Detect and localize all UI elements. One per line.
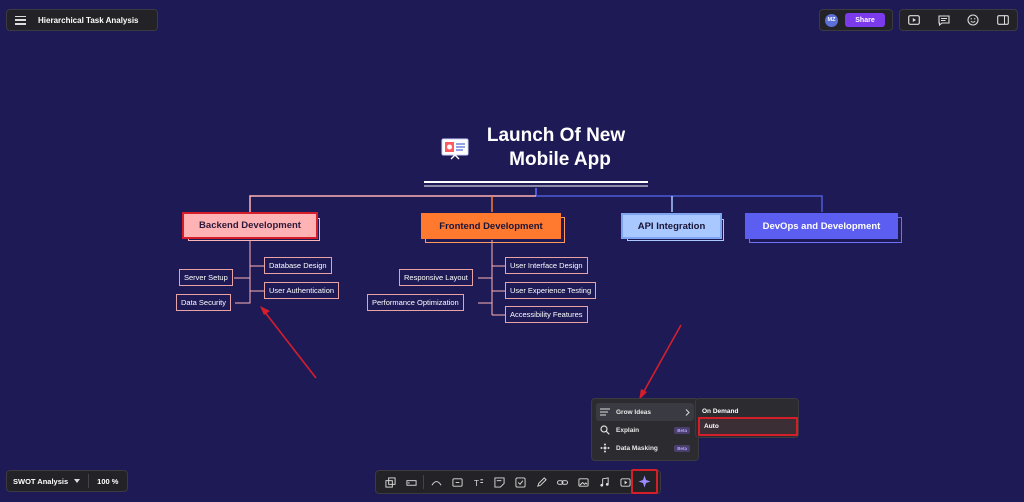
branch-label: DevOps and Development (762, 220, 881, 232)
mindmap-connectors (234, 181, 823, 400)
grow-ideas-submenu: On Demand Auto (695, 398, 799, 438)
branch-frontend-development[interactable]: Frontend Development (421, 213, 565, 243)
mindmap-root-title[interactable]: Launch Of New Mobile App (476, 124, 636, 172)
pen-icon[interactable] (531, 473, 551, 491)
mask-icon (600, 443, 610, 453)
text-icon[interactable]: T (468, 473, 488, 491)
sparkle-icon (638, 475, 651, 488)
zoom-level[interactable]: 100 % (97, 477, 118, 486)
branch-label: Frontend Development (439, 220, 543, 232)
list-icon (600, 408, 610, 416)
menu-item-label: Explain (616, 426, 640, 434)
leaf-database-design[interactable]: Database Design (264, 257, 332, 274)
connector-icon[interactable] (426, 473, 446, 491)
menu-item-explain[interactable]: Explain Beta (596, 421, 694, 439)
menu-item-data-masking[interactable]: Data Masking Beta (596, 439, 694, 457)
leaf-user-authentication[interactable]: User Authentication (264, 282, 340, 299)
leaf-data-security[interactable]: Data Security (176, 294, 232, 311)
chevron-right-icon (685, 408, 690, 416)
leaf-server-setup[interactable]: Server Setup (179, 269, 233, 286)
branch-api-integration[interactable]: API Integration (621, 213, 724, 241)
menu-item-label: Data Masking (616, 444, 658, 452)
menu-item-label: Grow Ideas (616, 408, 652, 416)
ai-sparkle-button[interactable] (631, 469, 658, 494)
footer-doc-panel: SWOT Analysis 100 % (6, 470, 128, 492)
leaf-responsive-layout[interactable]: Responsive Layout (399, 269, 473, 286)
leaf-user-interface-design[interactable]: User Interface Design (505, 257, 588, 274)
text-box-icon[interactable] (401, 473, 421, 491)
leaf-performance-optimization[interactable]: Performance Optimization (367, 294, 464, 311)
image-icon[interactable] (573, 473, 593, 491)
divider (88, 474, 90, 488)
ai-context-menu: Grow Ideas Explain Beta Data Masking Bet… (591, 398, 699, 461)
link-icon[interactable] (552, 473, 572, 491)
checkbox-icon[interactable] (510, 473, 530, 491)
music-icon[interactable] (594, 473, 614, 491)
branch-label: API Integration (637, 220, 706, 232)
branch-devops-and-development[interactable]: DevOps and Development (745, 213, 902, 243)
document-switcher[interactable]: SWOT Analysis (13, 476, 81, 486)
menu-item-grow-ideas[interactable]: Grow Ideas (596, 403, 694, 421)
leaf-accessibility-features[interactable]: Accessibility Features (505, 306, 588, 323)
title-line-2: Mobile App (509, 149, 611, 170)
branch-label: Backend Development (199, 220, 301, 231)
add-node-icon[interactable] (447, 473, 467, 491)
submenu-item-auto[interactable]: Auto (698, 417, 798, 436)
beta-badge: Beta (674, 444, 690, 452)
search-icon (600, 425, 610, 435)
leaf-user-experience-testing[interactable]: User Experience Testing (505, 282, 597, 299)
divider (423, 475, 424, 489)
document-name: SWOT Analysis (13, 476, 69, 486)
branch-backend-development[interactable]: Backend Development (182, 212, 320, 241)
beta-badge: Beta (674, 426, 690, 434)
sticky-note-icon[interactable] (489, 473, 509, 491)
shape-tool-icon[interactable] (380, 473, 400, 491)
caret-down-icon (74, 479, 81, 483)
bottom-toolbar: T (375, 470, 661, 494)
title-line-1: Launch Of New (486, 125, 626, 146)
svg-text:T: T (473, 479, 478, 488)
presentation-board-icon (441, 138, 469, 165)
